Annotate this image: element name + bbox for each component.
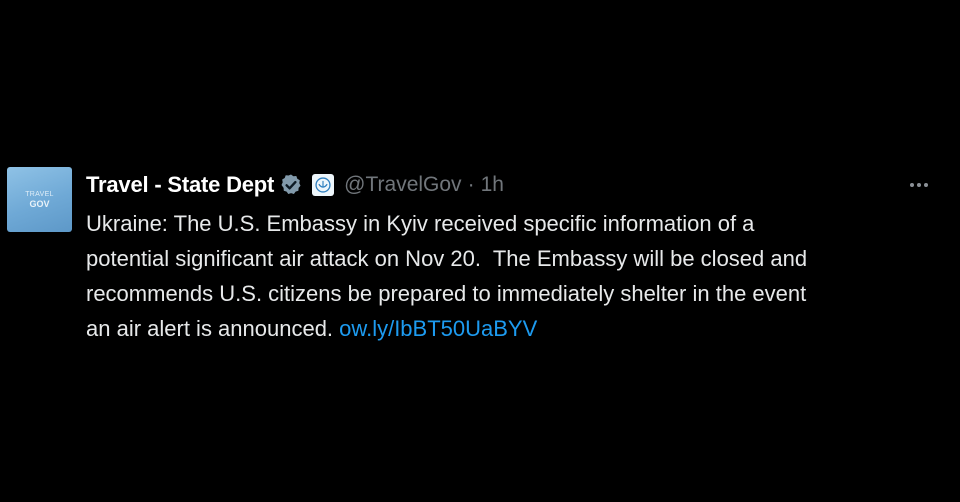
avatar[interactable]: TRAVEL GOV (7, 167, 72, 232)
avatar-text-bottom: GOV (29, 198, 50, 209)
tweet-card: TRAVEL GOV Travel - State Dept @TravelGo… (0, 0, 960, 502)
tweet-link[interactable]: ow.ly/IbBT50UaBYV (339, 316, 537, 341)
tweet-text-line: an air alert is announced. (86, 316, 340, 341)
display-name[interactable]: Travel - State Dept (86, 172, 274, 198)
tweet-text-line: potential significant air attack on Nov … (86, 246, 808, 271)
avatar-text-top: TRAVEL (25, 190, 54, 198)
state-dept-affiliation-icon[interactable] (312, 174, 335, 196)
timestamp[interactable]: 1h (481, 173, 504, 197)
tweet-header: Travel - State Dept @TravelGov · 1h (86, 170, 504, 200)
verified-badge-icon[interactable] (279, 173, 303, 197)
more-options-icon-dot (924, 183, 928, 187)
tweet-text-line: recommends U.S. citizens be prepared to … (86, 281, 807, 306)
tweet-text: Ukraine: The U.S. Embassy in Kyiv receiv… (86, 206, 946, 346)
more-options-icon-dot (917, 183, 921, 187)
more-options-button[interactable] (902, 174, 936, 196)
tweet-text-last-line: an air alert is announced. ow.ly/IbBT50U… (86, 311, 946, 346)
user-handle[interactable]: @TravelGov (344, 173, 461, 197)
tweet-text-line: Ukraine: The U.S. Embassy in Kyiv receiv… (86, 211, 755, 236)
header-separator: · (467, 173, 475, 196)
more-options-icon (910, 183, 914, 187)
